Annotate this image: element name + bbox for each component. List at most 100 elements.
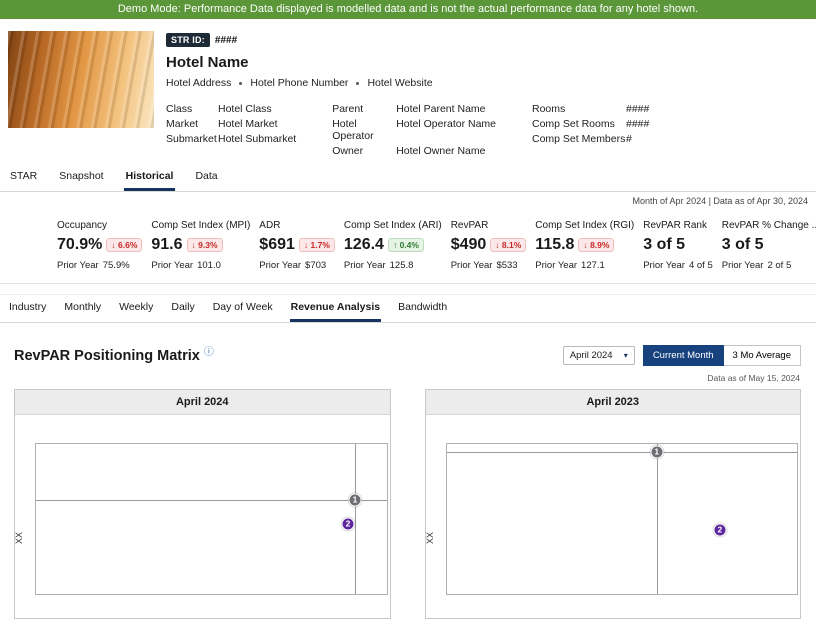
- revpar-matrix-charts: April 2024 XX 12 April 2023 XX 12: [0, 383, 816, 619]
- crosshair-vertical-line: [656, 444, 658, 594]
- bullet-separator: [356, 81, 360, 85]
- tab-monthly[interactable]: Monthly: [63, 295, 102, 322]
- hotel-name: Hotel Name: [166, 54, 249, 71]
- chart-body: XX 12: [14, 415, 390, 615]
- hotel-contact-row: Hotel Address Hotel Phone Number Hotel W…: [166, 77, 649, 89]
- kpi-label: RevPAR Rank: [643, 220, 707, 231]
- tab-snapshot[interactable]: Snapshot: [57, 165, 105, 191]
- data-point-2[interactable]: 2: [341, 517, 355, 530]
- details-column-class: Class Hotel Class Market Hotel Market Subm…: [166, 103, 296, 157]
- crosshair-vertical-line: [354, 444, 356, 594]
- change-percent: 0.4%: [399, 240, 419, 250]
- str-id-row: STR ID: ####: [166, 33, 649, 47]
- kpi-value: $691: [259, 236, 295, 253]
- tab-industry[interactable]: Industry: [8, 295, 47, 322]
- chart-title: April 2024: [15, 390, 390, 415]
- info-icon[interactable]: ⓘ: [204, 347, 214, 358]
- demo-mode-banner: Demo Mode: Performance Data displayed is…: [0, 0, 816, 19]
- tab-daily[interactable]: Daily: [170, 295, 195, 322]
- detail-value: ####: [626, 118, 650, 130]
- change-percent: 1.7%: [310, 240, 330, 250]
- kpi-comp-set-index-rgi: Comp Set Index (RGI) 115.8 ↓ 8.9% Prior …: [535, 220, 634, 271]
- view-toggle: Current Month 3 Mo Average: [642, 345, 801, 366]
- section-title: RevPAR Positioning Matrix: [14, 347, 200, 364]
- change-badge-down: ↓ 1.7%: [298, 238, 335, 252]
- kpi-prior: Prior Year 75.9%: [57, 260, 130, 271]
- down-arrow-icon: ↓: [303, 240, 309, 250]
- chart-body: XX 12: [425, 415, 801, 615]
- tab-historical[interactable]: Historical: [123, 165, 176, 191]
- hotel-address: Hotel Address: [166, 77, 232, 89]
- kpi-value: $490: [450, 236, 487, 253]
- chart-title: April 2023: [425, 390, 800, 415]
- current-month-button[interactable]: Current Month: [642, 345, 724, 366]
- data-point-1[interactable]: 1: [650, 445, 664, 458]
- month-select-value: April 2024: [569, 350, 613, 361]
- detail-label: Hotel Operator: [332, 118, 374, 142]
- detail-value: Hotel Parent Name: [396, 103, 486, 115]
- three-mo-average-button[interactable]: 3 Mo Average: [723, 345, 801, 366]
- tab-day-of-week[interactable]: Day of Week: [212, 295, 274, 322]
- change-percent: 8.9%: [590, 240, 610, 250]
- data-point-1[interactable]: 1: [348, 493, 362, 506]
- kpi-comp-set-index-mpi: Comp Set Index (MPI) 91.6 ↓ 9.3% Prior Y…: [151, 220, 250, 271]
- tab-bandwidth[interactable]: Bandwidth: [397, 295, 448, 322]
- hotel-header: STR ID: #### Hotel Name Hotel Address Ho…: [0, 19, 816, 165]
- kpi-prior: Prior Year 4 of 5: [643, 260, 713, 271]
- kpi-label: RevPAR: [450, 220, 489, 231]
- detail-value: Hotel Class: [218, 103, 272, 115]
- str-id-badge: STR ID:: [166, 33, 210, 47]
- kpi-value: 70.9%: [57, 236, 103, 253]
- details-column-ownership: Parent Hotel Parent Name Hotel Operator Ho…: [332, 103, 496, 157]
- detail-label: Market: [166, 118, 199, 130]
- detail-value: Hotel Market: [218, 118, 278, 130]
- hotel-photo: [8, 31, 154, 128]
- crosshair-horizontal-line: [36, 499, 387, 501]
- kpi-revpar-pct-change-rank: RevPAR % Change ... 3 of 5 Prior Year 2 o…: [722, 220, 816, 271]
- plot-area: 12: [35, 443, 388, 595]
- kpi-revpar-rank: RevPAR Rank 3 of 5 Prior Year 4 of 5: [643, 220, 713, 271]
- tab-weekly[interactable]: Weekly: [118, 295, 154, 322]
- details-column-rooms: Rooms #### Comp Set Rooms #### Comp Set Me…: [532, 103, 649, 157]
- detail-label: Rooms: [532, 103, 566, 115]
- data-as-of: Data as of May 15, 2024: [707, 373, 800, 383]
- kpi-prior: Prior Year $703: [259, 260, 327, 271]
- matrix-header: RevPAR Positioning Matrix ⓘ April 2024 ▾…: [0, 323, 816, 366]
- detail-value: ####: [626, 103, 650, 115]
- detail-label: Submarket: [166, 133, 217, 145]
- kpi-label: Comp Set Index (ARI): [343, 220, 442, 231]
- primary-tab-bar: STAR Snapshot Historical Data: [0, 165, 816, 192]
- detail-label: Comp Set Rooms: [532, 118, 615, 130]
- hotel-website-link[interactable]: Hotel Website: [367, 77, 432, 89]
- down-arrow-icon: ↓: [191, 240, 196, 250]
- detail-label: Owner: [332, 145, 364, 157]
- change-badge-down: ↓ 9.3%: [186, 238, 223, 252]
- detail-value: Hotel Submarket: [218, 133, 297, 145]
- period-info: Month of Apr 2024 | Data as of Apr 30, 2…: [632, 196, 808, 206]
- kpi-comp-set-index-ari: Comp Set Index (ARI) 126.4 ↑ 0.4% Prior …: [344, 220, 442, 271]
- tab-revenue-analysis[interactable]: Revenue Analysis: [289, 295, 382, 322]
- tab-data[interactable]: Data: [193, 165, 219, 191]
- detail-label: Comp Set Members: [532, 133, 626, 145]
- month-select[interactable]: April 2024 ▾: [562, 346, 635, 365]
- down-arrow-icon: ↓: [111, 240, 116, 250]
- tab-star[interactable]: STAR: [8, 165, 39, 191]
- kpi-prior: Prior Year 127.1: [535, 260, 605, 271]
- change-percent: 8.1%: [501, 240, 522, 250]
- kpi-value: 3 of 5: [643, 236, 686, 253]
- chart-panel-april-2023: April 2023 XX 12: [424, 389, 801, 619]
- kpi-adr: ADR $691 ↓ 1.7% Prior Year $703: [259, 220, 335, 271]
- kpi-label: RevPAR % Change ...: [721, 220, 816, 231]
- up-arrow-icon: ↑: [392, 240, 398, 250]
- detail-label: Parent: [332, 103, 364, 115]
- y-axis-label: XX: [14, 531, 25, 545]
- change-badge-down: ↓ 8.9%: [578, 238, 615, 252]
- kpi-value: 126.4: [343, 236, 384, 253]
- kpi-label: Occupancy: [57, 220, 108, 231]
- kpi-prior: Prior Year 125.8: [343, 260, 414, 271]
- kpi-value: 3 of 5: [721, 236, 764, 253]
- kpi-label: Comp Set Index (MPI): [151, 220, 251, 231]
- kpi-revpar: RevPAR $490 ↓ 8.1% Prior Year $533: [451, 220, 527, 271]
- hotel-details-grid: Class Hotel Class Market Hotel Market Subm…: [166, 103, 649, 157]
- data-point-2[interactable]: 2: [713, 523, 727, 536]
